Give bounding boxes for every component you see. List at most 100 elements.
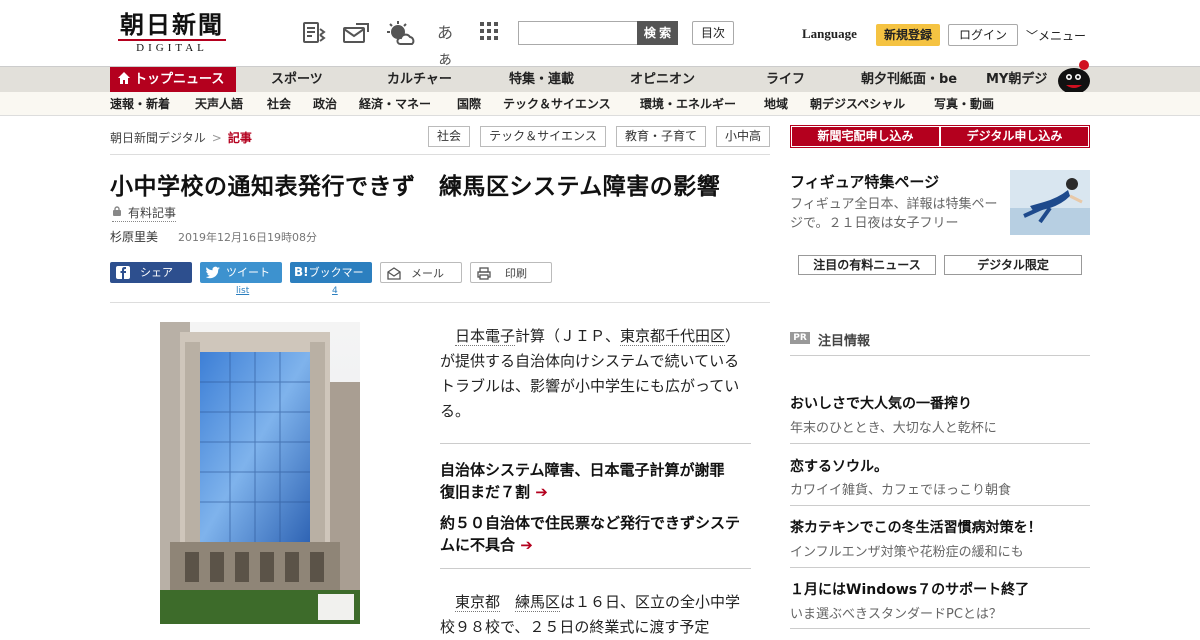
divider — [110, 302, 770, 303]
hatena-bookmark-button[interactable]: B!ブックマーク — [290, 262, 372, 300]
digital-subscribe-button[interactable]: デジタル申し込み — [941, 127, 1088, 146]
ad-description: カワイイ雑貨、カフェでほっこり朝食 — [790, 483, 1012, 498]
breadcrumb-current: 記事 — [227, 131, 252, 145]
menu-label: メニュー — [1038, 29, 1087, 43]
subnav-tech-science[interactable]: テック＆サイエンス — [503, 92, 611, 116]
article-date: 2019年12月16日19時08分 — [178, 231, 317, 244]
weather-icon[interactable] — [386, 20, 415, 46]
toc-button[interactable]: 目次 — [692, 21, 734, 45]
breadcrumb: 朝日新聞デジタル > 記事 — [110, 129, 252, 146]
tag-society[interactable]: 社会 — [428, 126, 470, 147]
nav-opinion[interactable]: オピニオン — [630, 67, 695, 93]
subscription-buttons: 新聞宅配申し込み デジタル申し込み — [790, 125, 1090, 148]
related-article-link[interactable]: 自治体システム障害、日本電子計算が謝罪 復旧まだ７割 ➔ — [440, 459, 752, 503]
tag-education[interactable]: 教育・子育て — [616, 126, 706, 147]
search-input[interactable] — [518, 21, 638, 45]
print-label: 印刷 — [505, 267, 527, 280]
article-title: 小中学校の通知表発行できず 練馬区システム障害の影響 — [110, 174, 721, 200]
subnav-photo-video[interactable]: 写真・動画 — [934, 92, 994, 116]
font-size-icon[interactable]: あぁ — [430, 20, 460, 68]
feature-image[interactable] — [1010, 170, 1090, 235]
nav-label: トップニュース — [134, 72, 225, 87]
subnav-tensei-jingo[interactable]: 天声人語 — [195, 92, 243, 116]
ad-title[interactable]: おいしさで大人気の一番搾り — [790, 393, 972, 413]
subnav-society[interactable]: 社会 — [267, 92, 291, 116]
subnav-regional[interactable]: 地域 — [764, 92, 788, 116]
lead-text-1: 計算（ＪＩＰ、 — [515, 327, 621, 345]
hatena-count[interactable]: 4 — [332, 286, 338, 296]
mail-icon — [387, 267, 401, 280]
divider — [790, 567, 1090, 568]
newspaper-icon[interactable] — [301, 20, 327, 46]
nav-print-edition[interactable]: 朝夕刊紙面・be — [861, 67, 957, 93]
lock-icon — [113, 206, 121, 216]
related-article-link[interactable]: 約５０自治体で住民票など発行できずシステムに不具合 ➔ — [440, 512, 752, 556]
language-link[interactable]: Language — [802, 26, 857, 42]
search-button[interactable]: 検 索 — [637, 21, 678, 45]
tag-schools[interactable]: 小中高 — [716, 126, 770, 147]
hatena-icon: B! — [294, 265, 309, 279]
subnav-international[interactable]: 国際 — [457, 92, 481, 116]
print-button[interactable]: 印刷 — [470, 262, 552, 283]
apps-grid-icon[interactable] — [476, 20, 502, 46]
tag-tech-science[interactable]: テック＆サイエンス — [480, 126, 606, 147]
pr-section-title: 注目情報 — [818, 334, 871, 349]
related-title: 約５０自治体で住民票など発行できずシステムに不具合 — [440, 514, 741, 554]
facebook-share-button[interactable]: シェア — [110, 262, 192, 283]
mascot-icon — [1058, 60, 1090, 93]
newspaper-subscribe-button[interactable]: 新聞宅配申し込み — [792, 127, 939, 146]
related-title: 自治体システム障害、日本電子計算が謝罪 復旧まだ７割 — [440, 461, 740, 501]
nav-sports[interactable]: スポーツ — [271, 67, 323, 93]
mail-news-icon[interactable] — [342, 20, 369, 46]
ad-description: インフルエンザ対策や花粉症の緩和にも — [790, 545, 1024, 560]
logo-bar — [118, 39, 226, 41]
arrow-right-icon: ➔ — [520, 536, 533, 554]
facebook-icon — [116, 266, 130, 279]
twitter-icon — [206, 266, 220, 279]
twitter-share-button[interactable]: ツイート — [200, 262, 282, 283]
ad-title[interactable]: 恋するソウル。 — [790, 456, 888, 476]
home-icon — [118, 72, 130, 84]
menu-button[interactable]: ﹀メニュー — [1026, 27, 1086, 44]
nav-top-news[interactable]: トップニュース — [110, 67, 236, 93]
ad-description: いま選ぶべきスタンダードPCとは？ — [790, 607, 1002, 622]
logo-kanji: 朝日新聞 — [120, 10, 224, 39]
subnav-latest[interactable]: 速報・新着 — [110, 92, 170, 116]
breadcrumb-home[interactable]: 朝日新聞デジタル — [110, 131, 206, 145]
nav-life[interactable]: ライフ — [766, 67, 805, 93]
mail-share-label: メール — [411, 267, 444, 280]
site-logo[interactable]: 朝日新聞 DIGITAL — [112, 12, 232, 54]
ad-title[interactable]: １月にはWindows７のサポート終了 — [790, 579, 1029, 599]
location-link[interactable]: 東京都 — [455, 593, 501, 612]
ad-title[interactable]: 茶カテキンでこの冬生活習慣病対策を！ — [790, 517, 1042, 537]
digital-only-button[interactable]: デジタル限定 — [944, 255, 1082, 275]
mail-share-button[interactable]: メール — [380, 262, 462, 283]
article-photo[interactable] — [160, 322, 360, 624]
breadcrumb-sep: > — [211, 131, 222, 145]
nav-my-asahi[interactable]: MY朝デジ — [986, 67, 1047, 93]
location-link[interactable]: 東京都千代田区 — [620, 327, 726, 346]
company-link[interactable]: 日本電子 — [455, 327, 516, 346]
subnav-environment[interactable]: 環境・エネルギー — [640, 92, 736, 116]
arrow-right-icon: ➔ — [535, 483, 548, 501]
main-nav: トップニュース スポーツ カルチャー 特集・連載 オピニオン ライフ 朝夕刊紙面… — [0, 60, 1200, 93]
logo-digital: DIGITAL — [136, 42, 208, 54]
divider — [790, 443, 1090, 444]
feature-title[interactable]: フィギュア特集ページ — [790, 171, 939, 192]
subnav-politics[interactable]: 政治 — [313, 92, 337, 116]
twitter-count[interactable]: list — [236, 286, 249, 296]
ad-description: 年末のひととき、大切な人と乾杯に — [790, 421, 997, 436]
divider — [440, 568, 751, 569]
divider — [790, 505, 1090, 506]
subnav-economy[interactable]: 経済・マネー — [359, 92, 431, 116]
nav-culture[interactable]: カルチャー — [387, 67, 452, 93]
divider — [790, 355, 1090, 356]
subnav-special[interactable]: 朝デジスペシャル — [810, 92, 905, 116]
paid-news-button[interactable]: 注目の有料ニュース — [798, 255, 936, 275]
location-link[interactable]: 練馬区 — [515, 593, 561, 612]
nav-features[interactable]: 特集・連載 — [509, 67, 574, 93]
login-button[interactable]: ログイン — [948, 24, 1018, 46]
article-lead: 日本電子計算（ＪＩＰ、東京都千代田区）が提供する自治体向けシステムで続いているト… — [440, 324, 752, 424]
paid-article-link[interactable]: 有料記事 — [112, 204, 177, 222]
register-button[interactable]: 新規登録 — [876, 24, 940, 46]
